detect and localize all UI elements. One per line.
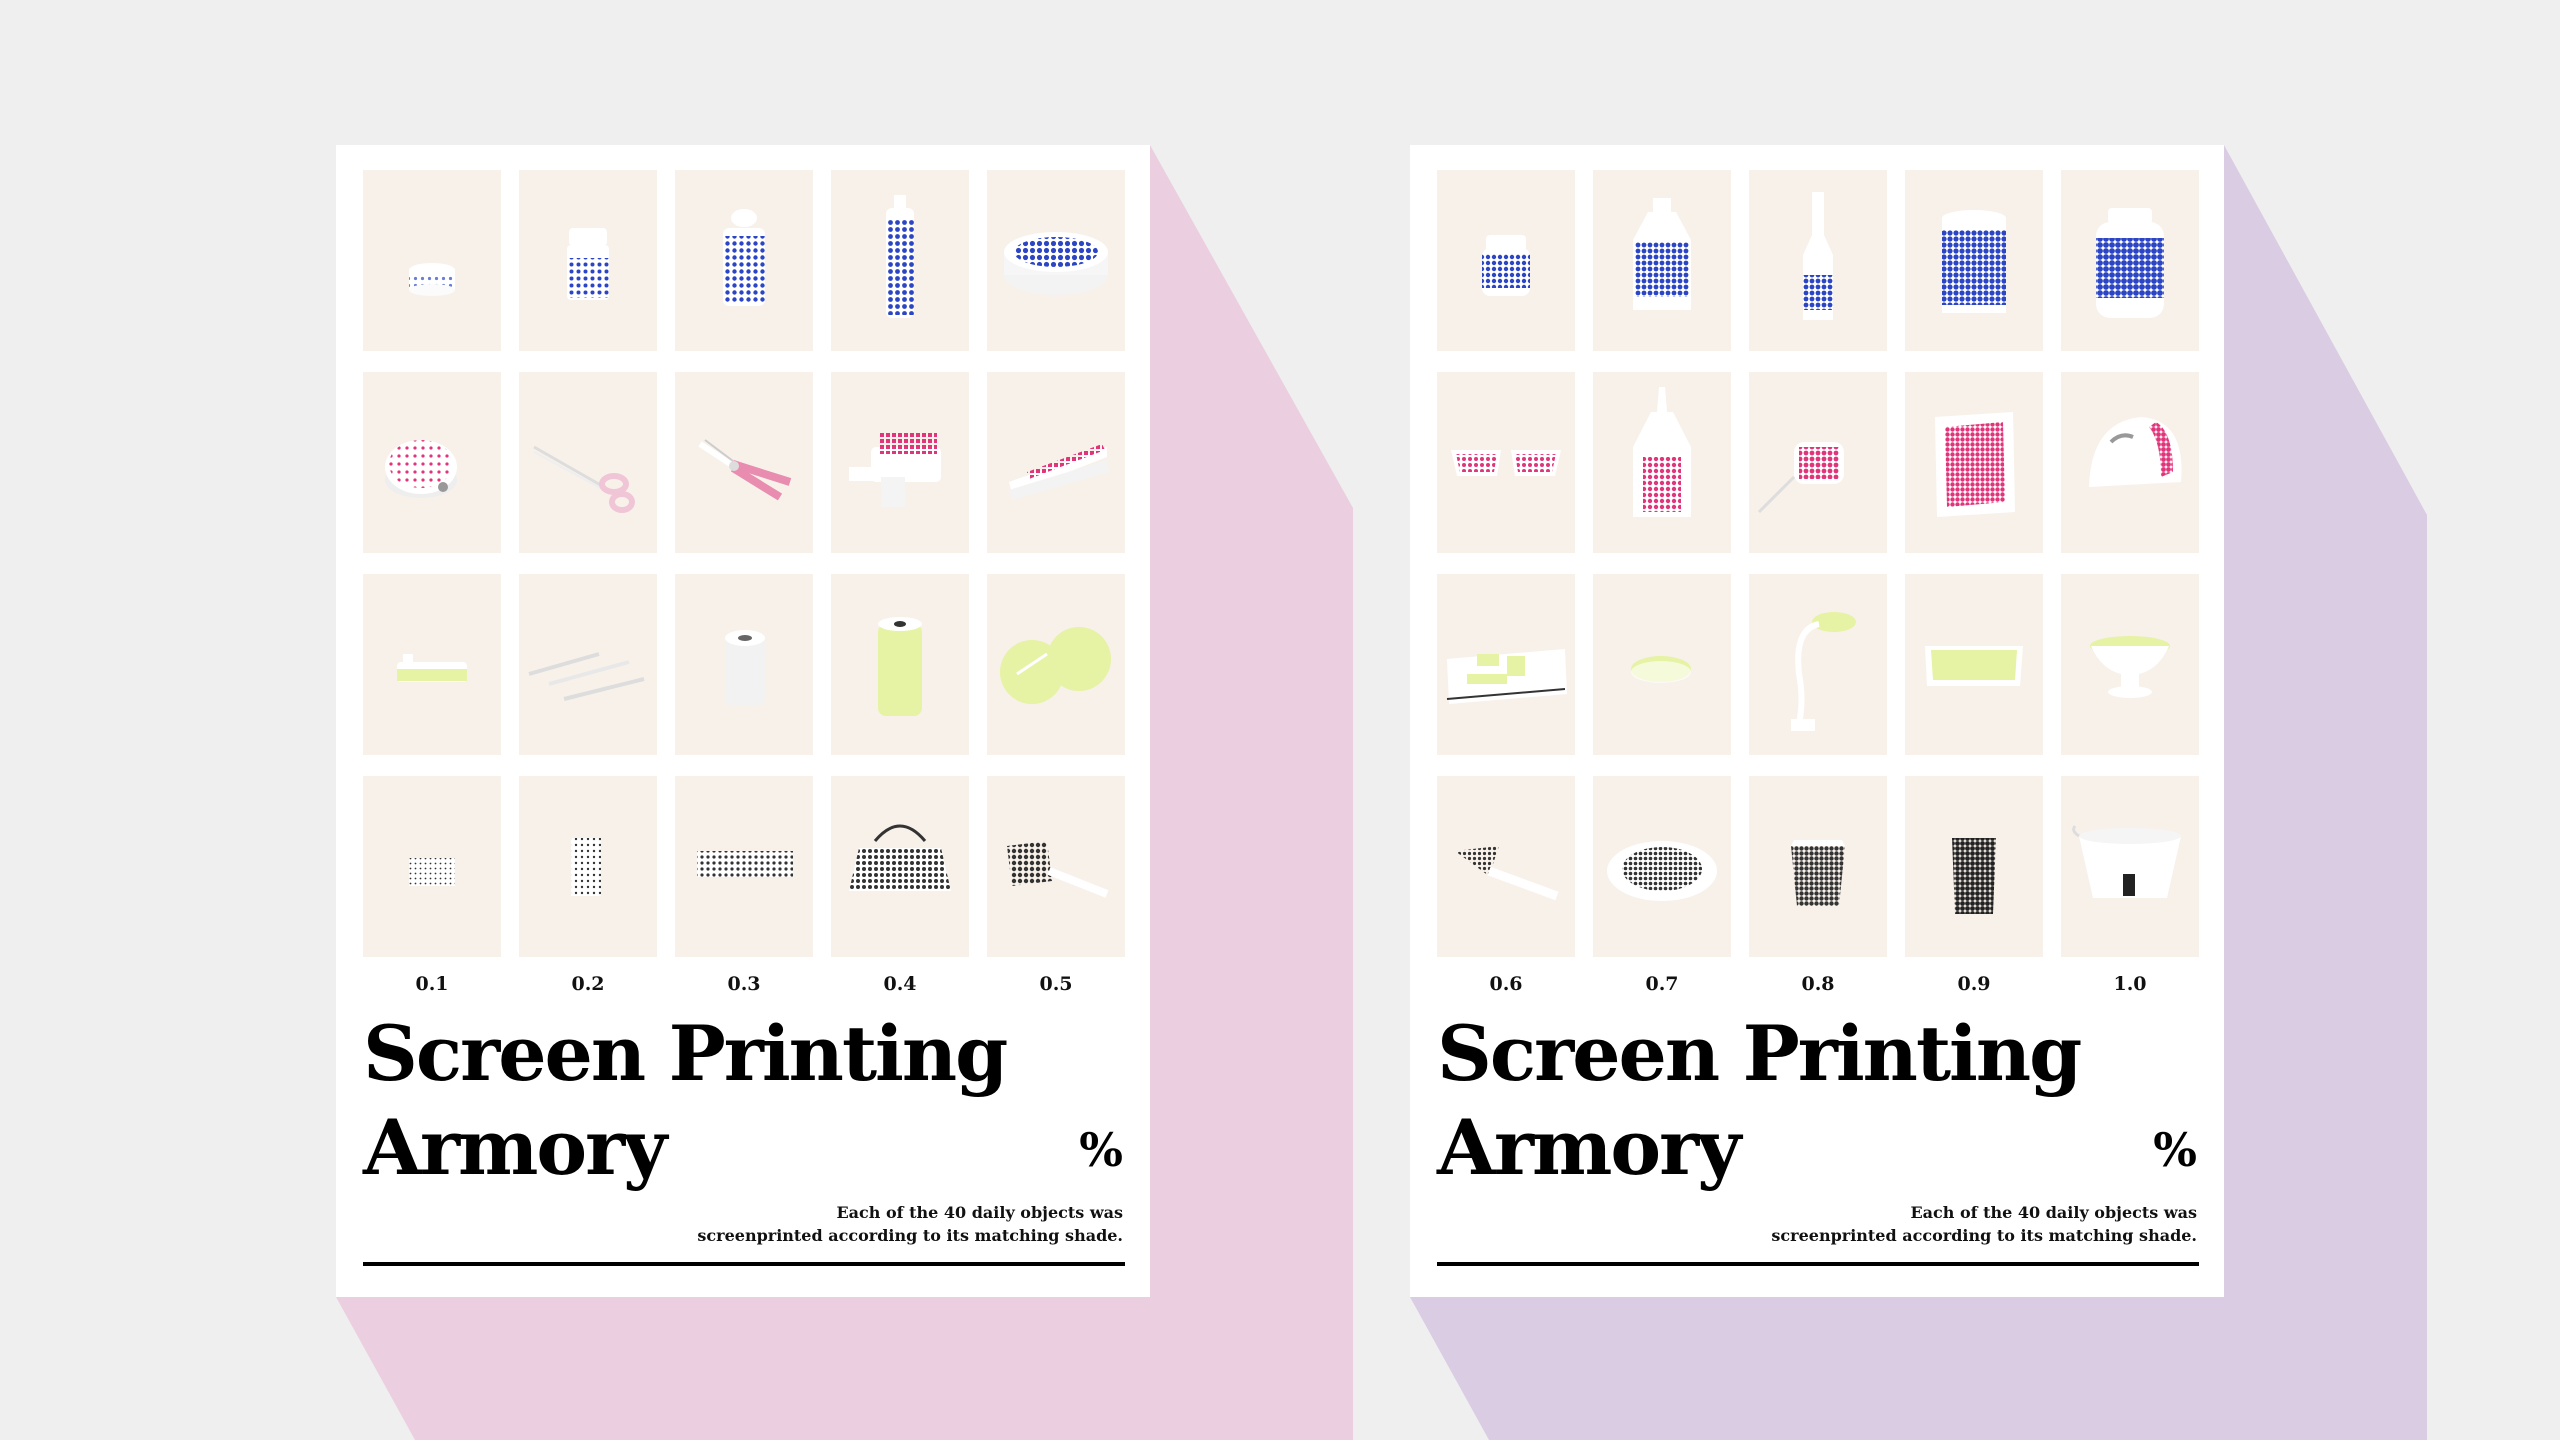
stapler-icon xyxy=(987,372,1125,553)
poster-caption: Each of the 40 daily objects was screenp… xyxy=(1771,1201,2197,1247)
shade-label: 0.2 xyxy=(571,973,605,995)
round-tin-icon xyxy=(987,170,1125,351)
object-grid xyxy=(1437,170,2199,957)
jar-icon xyxy=(1437,170,1575,351)
shade-labels: 0.1 0.2 0.3 0.4 0.5 xyxy=(363,973,1125,995)
bucket-icon xyxy=(2061,776,2199,957)
hair-clips-icon xyxy=(519,574,657,755)
poster-left: 0.1 0.2 0.3 0.4 0.5 Screen Printing Armo… xyxy=(336,145,1150,1297)
shade-labels: 0.6 0.7 0.8 0.9 1.0 xyxy=(1437,973,2199,995)
desk-lamp-icon xyxy=(1749,574,1887,755)
sunglasses-icon xyxy=(1437,372,1575,553)
bottom-rule xyxy=(1437,1262,2199,1266)
poster-title-line1: Screen Printing xyxy=(1437,1009,2082,1098)
helmet-icon xyxy=(2061,372,2199,553)
cake-server-icon xyxy=(1437,776,1575,957)
beer-bottle-icon xyxy=(1749,170,1887,351)
spray-bottle-icon xyxy=(831,170,969,351)
poster-right: 0.6 0.7 0.8 0.9 1.0 Screen Printing Armo… xyxy=(1410,145,2224,1297)
tape-roll-icon xyxy=(675,574,813,755)
caption-line2: screenprinted according to its matching … xyxy=(1771,1226,2197,1245)
tape-measure-icon xyxy=(363,372,501,553)
coasters-icon xyxy=(987,574,1125,755)
usb-stick-icon xyxy=(363,574,501,755)
glue-bottle-icon xyxy=(1593,372,1731,553)
poster-title-line2: Armory xyxy=(1437,1103,1741,1192)
scissors-icon xyxy=(519,372,657,553)
percent-sign: % xyxy=(2153,1123,2197,1177)
poster-title: Screen Printing Armory xyxy=(1437,1007,2082,1195)
shade-label: 0.9 xyxy=(1957,973,1991,995)
bottom-rule xyxy=(363,1262,1125,1266)
shade-label: 0.1 xyxy=(415,973,449,995)
keyboard-icon xyxy=(1437,574,1575,755)
handbag-icon xyxy=(831,776,969,957)
tall-bottle-icon xyxy=(675,170,813,351)
percent-sign: % xyxy=(1079,1123,1123,1177)
caption-line2: screenprinted according to its matching … xyxy=(697,1226,1123,1245)
shade-label: 0.7 xyxy=(1645,973,1679,995)
pill-bottle-icon xyxy=(519,170,657,351)
card-holder-icon xyxy=(363,776,501,957)
poster-title-line1: Screen Printing xyxy=(363,1009,1008,1098)
caption-line1: Each of the 40 daily objects was xyxy=(1910,1203,2197,1222)
shade-label: 0.4 xyxy=(883,973,917,995)
cake-stand-icon xyxy=(2061,574,2199,755)
shade-label: 0.8 xyxy=(1801,973,1835,995)
shade-label: 0.3 xyxy=(727,973,761,995)
poster-caption: Each of the 40 daily objects was screenp… xyxy=(697,1201,1123,1247)
shade-label: 0.5 xyxy=(1039,973,1073,995)
soda-can-icon xyxy=(831,574,969,755)
glue-gun-icon xyxy=(831,372,969,553)
waste-bin-icon xyxy=(1905,776,2043,957)
shade-label: 0.6 xyxy=(1489,973,1523,995)
plate-icon xyxy=(1593,776,1731,957)
photo-frame-icon xyxy=(1905,372,2043,553)
poster-title-line2: Armory xyxy=(363,1103,667,1192)
canister-icon xyxy=(1905,170,2043,351)
poster-title: Screen Printing Armory xyxy=(363,1007,1008,1195)
tablet-icon xyxy=(1905,574,2043,755)
planter-icon xyxy=(1749,776,1887,957)
caption-line1: Each of the 40 daily objects was xyxy=(836,1203,1123,1222)
phone-case-icon xyxy=(519,776,657,957)
tape-measure-icon xyxy=(1749,372,1887,553)
large-jar-icon xyxy=(2061,170,2199,351)
pliers-icon xyxy=(675,372,813,553)
small-jar-icon xyxy=(363,170,501,351)
spatula-icon xyxy=(987,776,1125,957)
milk-bottle-icon xyxy=(1593,170,1731,351)
shade-label: 1.0 xyxy=(2113,973,2147,995)
computer-mouse-icon xyxy=(1593,574,1731,755)
object-grid xyxy=(363,170,1125,957)
pencil-case-icon xyxy=(675,776,813,957)
